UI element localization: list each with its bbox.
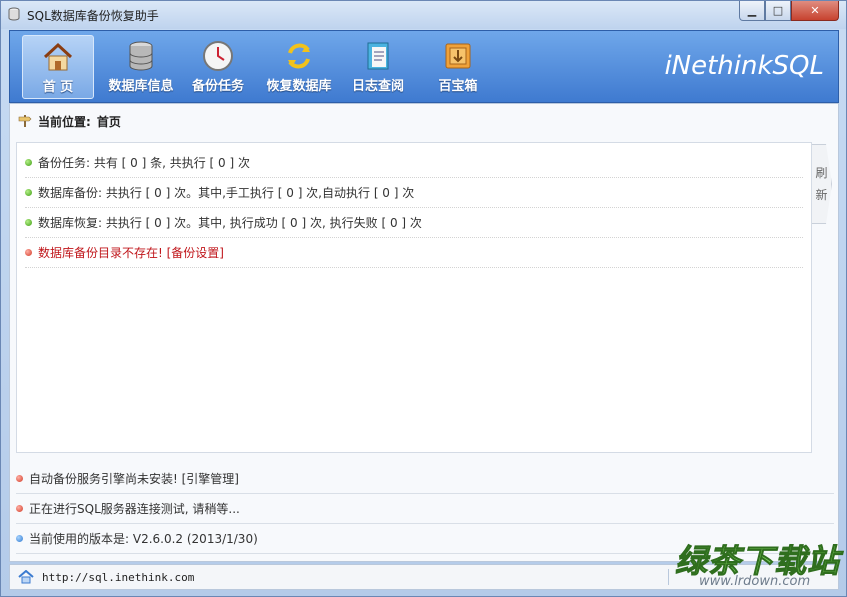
toolbox-icon [445, 43, 471, 69]
clock-icon [203, 41, 233, 71]
summary-database-backup: 数据库备份: 共执行 [ 0 ] 次。其中,手工执行 [ 0 ] 次,自动执行 … [25, 178, 803, 208]
summary-text: 备份任务: 共有 [ 0 ] 条, 共执行 [ 0 ] 次 [38, 156, 250, 170]
connection-test-status: 正在进行SQL服务器连接测试, 请稍等... [16, 494, 834, 524]
breadcrumb-current: 首页 [96, 114, 121, 129]
tab-backup-tasks[interactable]: 备份任务 [182, 35, 254, 99]
tab-log-view-label: 日志查阅 [351, 79, 404, 94]
database-app-icon [8, 7, 20, 21]
status-text: 正在进行SQL服务器连接测试, 请稍等... [29, 502, 240, 516]
window-title: SQL数据库备份恢复助手 [27, 9, 159, 23]
tab-home-label: 首 页 [42, 80, 74, 95]
status-error-icon [16, 475, 23, 482]
status-error-icon [16, 505, 23, 512]
tab-toolbox[interactable]: 百宝箱 [422, 35, 494, 99]
refresh-label-top: 刷 [815, 166, 828, 180]
website-link[interactable]: http://sql.inethink.com [42, 571, 194, 584]
main-panel: 当前位置: 首页 备份任务: 共有 [ 0 ] 条, 共执行 [ 0 ] 次 数… [9, 103, 839, 562]
summary-backup-tasks: 备份任务: 共有 [ 0 ] 条, 共执行 [ 0 ] 次 [25, 148, 803, 178]
signpost-icon [18, 115, 32, 127]
status-ok-icon [25, 219, 32, 226]
tab-toolbox-label: 百宝箱 [438, 79, 478, 94]
database-icon [129, 41, 153, 71]
status-info-icon [16, 535, 23, 542]
tab-log-view[interactable]: 日志查阅 [342, 35, 414, 99]
summary-text: 数据库备份: 共执行 [ 0 ] 次。其中,手工执行 [ 0 ] 次,自动执行 … [38, 186, 415, 200]
tab-backup-tasks-label: 备份任务 [191, 79, 244, 94]
version-info: 当前使用的版本是: V2.6.0.2 (2013/1/30) [16, 524, 834, 554]
restore-icon [288, 43, 310, 69]
refresh-button[interactable]: 刷 新 [812, 144, 832, 224]
status-text: 当前使用的版本是: V2.6.0.2 (2013/1/30) [29, 532, 258, 546]
status-bar-divider [668, 569, 669, 585]
close-button[interactable]: ✕ [791, 1, 839, 21]
status-bar: http://sql.inethink.com [9, 564, 839, 590]
tab-restore-database[interactable]: 恢复数据库 [260, 35, 338, 99]
app-window: SQL数据库备份恢复助手 ▁ □ ✕ 首 页 数据库信息 备份任务 恢复数据库 … [0, 0, 847, 597]
status-text: 自动备份服务引擎尚未安装! [引擎管理] [29, 472, 239, 486]
maximize-button[interactable]: □ [765, 1, 791, 21]
summary-text: 数据库恢复: 共执行 [ 0 ] 次。其中, 执行成功 [ 0 ] 次, 执行失… [38, 216, 422, 230]
breadcrumb: 当前位置: 首页 [18, 112, 121, 130]
log-book-icon [367, 42, 389, 70]
status-ok-icon [25, 189, 32, 196]
main-toolbar: 首 页 数据库信息 备份任务 恢复数据库 日志查阅 百宝箱 iNethinkSQ… [9, 30, 839, 103]
summary-box: 备份任务: 共有 [ 0 ] 条, 共执行 [ 0 ] 次 数据库备份: 共执行… [16, 142, 812, 453]
minimize-button[interactable]: ▁ [739, 1, 765, 21]
title-bar: SQL数据库备份恢复助手 ▁ □ ✕ [1, 1, 846, 29]
tab-restore-database-label: 恢复数据库 [266, 79, 332, 94]
tab-database-info-label: 数据库信息 [108, 79, 174, 94]
breadcrumb-prefix: 当前位置: [38, 114, 91, 129]
engine-not-installed-link[interactable]: 自动备份服务引擎尚未安装! [引擎管理] [16, 464, 834, 494]
refresh-label-bottom: 新 [815, 188, 828, 202]
status-error-icon [25, 249, 32, 256]
tab-database-info[interactable]: 数据库信息 [102, 35, 180, 99]
home-icon [43, 42, 73, 71]
summary-text: 数据库备份目录不存在! [备份设置] [38, 246, 224, 260]
summary-database-restore: 数据库恢复: 共执行 [ 0 ] 次。其中, 执行成功 [ 0 ] 次, 执行失… [25, 208, 803, 238]
backup-dir-missing-link[interactable]: 数据库备份目录不存在! [备份设置] [25, 238, 803, 268]
status-ok-icon [25, 159, 32, 166]
tab-home[interactable]: 首 页 [22, 35, 94, 99]
home-link-icon[interactable] [18, 570, 34, 584]
brand-logo: iNethinkSQL [664, 51, 824, 81]
